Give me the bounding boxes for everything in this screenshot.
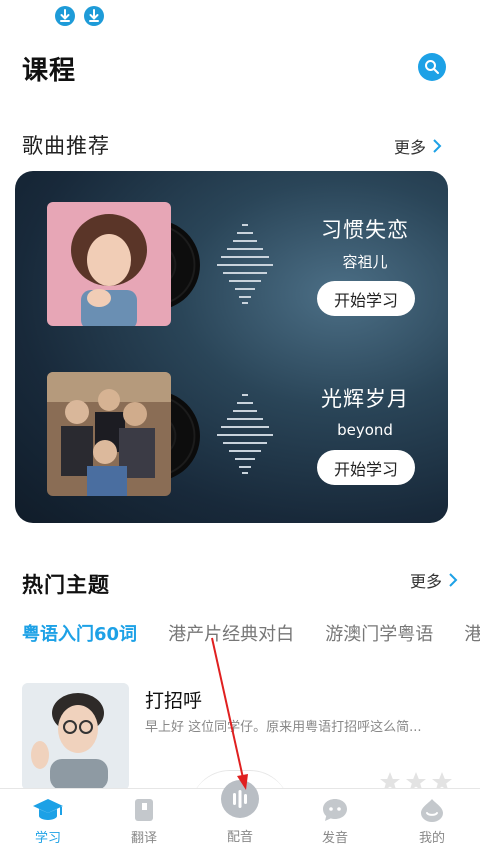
- song-item[interactable]: 光辉岁月 beyond 开始学习: [15, 341, 448, 496]
- songs-more-link[interactable]: 更多: [394, 134, 442, 158]
- chevron-right-icon: [433, 139, 442, 153]
- songs-section-title: 歌曲推荐: [22, 134, 110, 158]
- lesson-thumbnail[interactable]: [22, 683, 129, 790]
- song-artist: beyond: [337, 421, 393, 439]
- search-button[interactable]: [418, 53, 446, 81]
- nav-label: 发音: [321, 831, 348, 846]
- song-item[interactable]: 习惯失恋 容祖儿 开始学习: [15, 171, 448, 326]
- search-icon: [425, 60, 439, 74]
- nav-item-pronunciation[interactable]: 发音: [300, 797, 370, 846]
- song-title: 习惯失恋: [321, 218, 409, 242]
- status-bar: [0, 0, 480, 30]
- profile-icon: [421, 799, 443, 822]
- song-title: 光辉岁月: [321, 387, 409, 411]
- more-label: 更多: [410, 572, 443, 591]
- nav-label: 配音: [226, 830, 253, 845]
- tab-more[interactable]: 港: [464, 620, 480, 646]
- album-cover: [47, 372, 171, 496]
- tab-macau-travel[interactable]: 游澳门学粤语: [325, 620, 433, 646]
- nav-item-study[interactable]: 学习: [13, 797, 83, 846]
- song-recommend-card: 习惯失恋 容祖儿 开始学习 光辉岁月 beyond 开始学习: [15, 171, 448, 523]
- book-icon: [135, 799, 153, 821]
- nav-item-translate[interactable]: 翻译: [109, 797, 179, 846]
- nav-item-dubbing[interactable]: [221, 780, 259, 818]
- tab-hk-movie-lines[interactable]: 港产片经典对白: [168, 620, 294, 646]
- nav-label: 我的: [418, 831, 445, 846]
- download-icon: [84, 6, 104, 26]
- album-cover: [47, 202, 171, 326]
- nav-label: 学习: [34, 831, 61, 846]
- sound-wave-icon: [217, 224, 273, 304]
- download-icon: [55, 6, 75, 26]
- topics-more-link[interactable]: 更多: [410, 568, 458, 592]
- nav-item-profile[interactable]: 我的: [397, 797, 467, 846]
- tab-cantonese-intro[interactable]: 粤语入门60词: [22, 620, 137, 646]
- start-learning-button[interactable]: 开始学习: [317, 450, 415, 485]
- audio-bars-icon: [233, 790, 247, 808]
- chat-bubble-icon: [323, 799, 347, 821]
- chevron-right-icon: [449, 573, 458, 587]
- song-artist: 容祖儿: [342, 253, 388, 271]
- graduation-cap-icon: [33, 799, 63, 820]
- topic-tabs: 粤语入门60词 港产片经典对白 游澳门学粤语 港: [22, 620, 480, 650]
- nav-label: 翻译: [130, 831, 157, 846]
- lesson-title[interactable]: 打招呼: [145, 686, 202, 713]
- start-learning-button[interactable]: 开始学习: [317, 281, 415, 316]
- sound-wave-icon: [217, 394, 273, 474]
- topics-section-title: 热门主题: [22, 573, 110, 597]
- page-title: 课程: [22, 56, 77, 86]
- more-label: 更多: [394, 138, 427, 157]
- lesson-description: 早上好 这位同学仔。原来用粤语打招呼这么简...: [145, 720, 422, 735]
